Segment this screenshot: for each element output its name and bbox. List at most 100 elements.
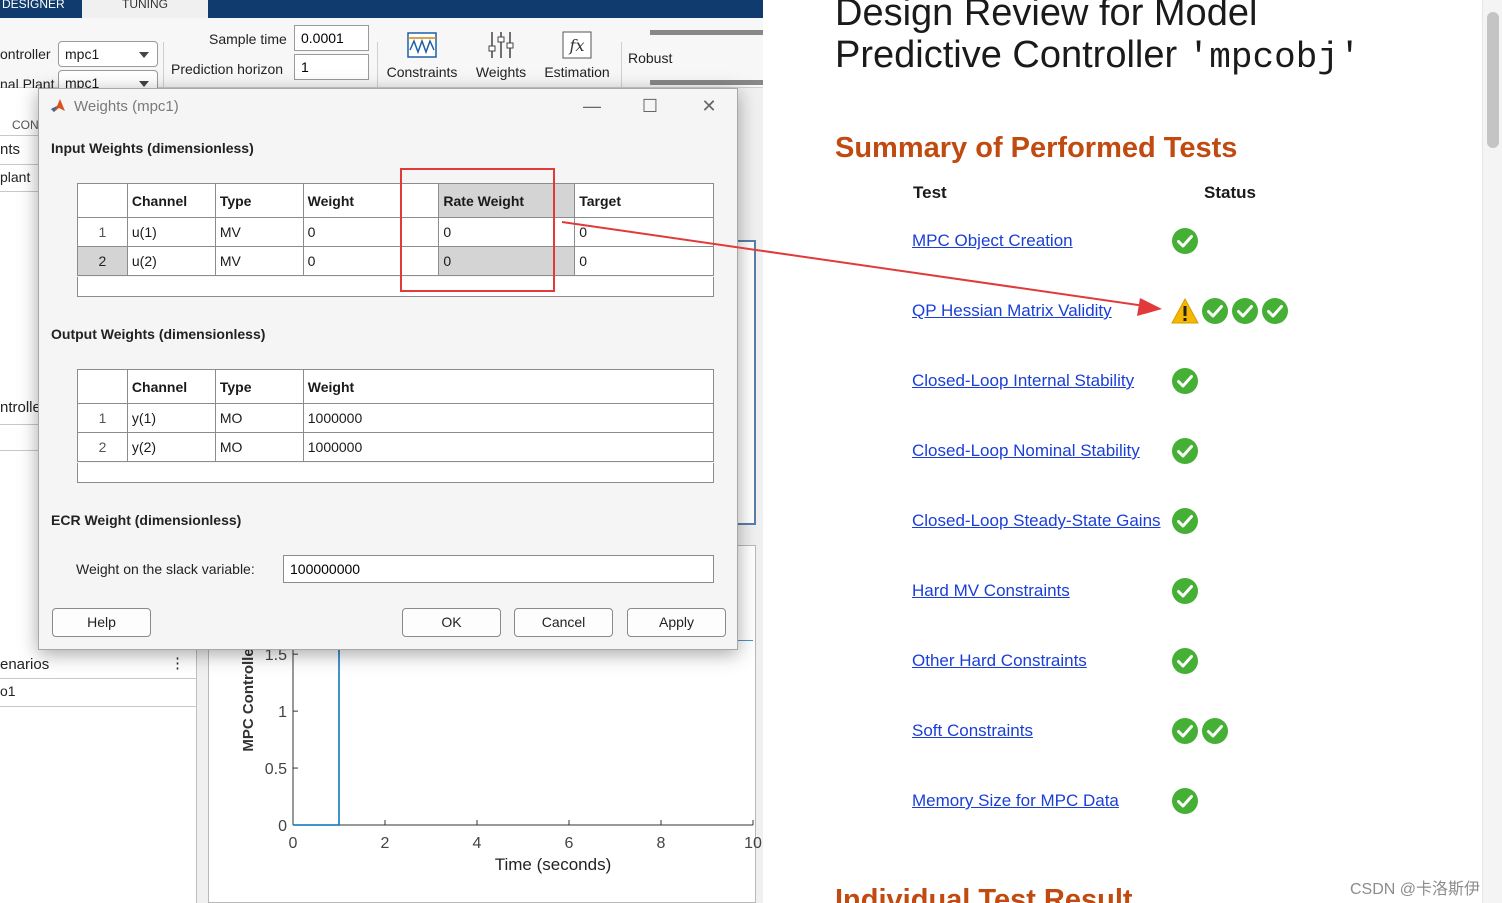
rate-weight-cell[interactable]: 0 — [438, 246, 576, 276]
list-item[interactable]: nts — [0, 141, 20, 158]
report-title: Design Review for Model Predictive Contr… — [835, 0, 1361, 79]
tab-designer[interactable]: DESIGNER — [0, 0, 82, 18]
check-circle-icon — [1172, 228, 1198, 254]
weights-dialog: Weights (mpc1) — ☐ ✕ Input Weights (dime… — [38, 88, 738, 650]
report-scrollbar[interactable] — [1482, 0, 1502, 903]
status-badges — [1171, 437, 1201, 465]
status-badges — [1171, 787, 1201, 815]
test-link[interactable]: MPC Object Creation — [912, 231, 1073, 251]
panel-divider — [0, 678, 197, 679]
controller-label: ontroller — [0, 46, 51, 62]
more-options-icon[interactable]: ⋮ — [170, 654, 185, 672]
fx-function-icon: fx — [562, 31, 592, 59]
status-badges — [1171, 647, 1201, 675]
check-circle-icon — [1172, 368, 1198, 394]
test-link[interactable]: Closed-Loop Internal Stability — [912, 371, 1134, 391]
series-line — [293, 640, 753, 826]
report-title-code: 'mpcobj' — [1187, 37, 1361, 78]
rate-weight-column-header[interactable]: Rate Weight — [438, 183, 576, 218]
y-tick-label: 1 — [278, 704, 287, 721]
scenarios-header: enarios — [0, 656, 50, 673]
weights-button[interactable]: Weights — [470, 30, 532, 80]
constraints-button-label: Constraints — [386, 64, 458, 80]
weight-cell[interactable]: 1000000 — [302, 403, 715, 433]
help-button[interactable]: Help — [52, 608, 151, 637]
rate-weight-cell[interactable]: 0 — [438, 217, 576, 247]
status-badges — [1171, 367, 1201, 395]
chevron-down-icon — [139, 52, 149, 58]
test-link[interactable]: Hard MV Constraints — [912, 581, 1070, 601]
weight-cell[interactable]: 0 — [302, 217, 440, 247]
controller-dropdown[interactable]: mpc1 — [58, 41, 158, 67]
channel-cell: y(2) — [126, 432, 216, 462]
x-tick-label: 10 — [744, 835, 762, 852]
table-row[interactable]: 2 y(2) MO 1000000 — [77, 432, 715, 462]
target-cell[interactable]: 0 — [574, 217, 714, 247]
type-cell: MO — [214, 432, 304, 462]
dialog-title: Weights (mpc1) — [74, 98, 179, 115]
tab-tuning[interactable]: TUNING — [82, 0, 208, 18]
list-item[interactable]: o1 — [0, 683, 16, 699]
input-weights-title: Input Weights (dimensionless) — [51, 140, 254, 156]
slack-weight-input[interactable] — [283, 555, 714, 583]
check-circle-icon — [1262, 298, 1288, 324]
test-link[interactable]: Closed-Loop Steady-State Gains — [912, 511, 1161, 531]
maximize-icon[interactable]: ☐ — [635, 95, 665, 117]
column-header — [77, 183, 128, 218]
cancel-button[interactable]: Cancel — [514, 608, 613, 637]
prediction-horizon-input[interactable] — [294, 54, 369, 80]
x-tick-label: 8 — [657, 835, 666, 852]
column-header: Type — [214, 183, 304, 218]
robust-bar — [650, 30, 763, 35]
close-icon[interactable]: ✕ — [694, 95, 724, 117]
table-empty-area — [77, 463, 714, 483]
weight-cell[interactable]: 0 — [302, 246, 440, 276]
slack-weight-label: Weight on the slack variable: — [76, 561, 255, 577]
warning-icon — [1171, 297, 1199, 324]
column-header: Channel — [126, 369, 216, 404]
table-header-row: Channel Type Weight Rate Weight Target — [77, 183, 714, 218]
design-review-report: Design Review for Model Predictive Contr… — [763, 0, 1502, 903]
scrollbar-thumb[interactable] — [1487, 12, 1499, 148]
apply-button[interactable]: Apply — [627, 608, 726, 637]
table-empty-area — [77, 277, 714, 297]
test-link[interactable]: Soft Constraints — [912, 721, 1033, 741]
test-link[interactable]: Other Hard Constraints — [912, 651, 1087, 671]
output-weights-table: Channel Type Weight 1 y(1) MO 1000000 2 … — [77, 369, 715, 462]
check-circle-icon — [1202, 298, 1228, 324]
test-link[interactable]: Memory Size for MPC Data — [912, 791, 1119, 811]
y-axis-label: MPC Controlle — [240, 648, 257, 751]
constraints-button[interactable]: Constraints — [384, 30, 460, 80]
matlab-logo-icon — [51, 99, 65, 112]
test-link[interactable]: Closed-Loop Nominal Stability — [912, 441, 1140, 461]
status-column-header: Status — [1204, 183, 1256, 202]
row-number: 1 — [77, 217, 128, 247]
weight-cell[interactable]: 1000000 — [302, 432, 715, 462]
check-circle-icon — [1172, 648, 1198, 674]
ribbon-toolstrip: ontroller mpc1 nal Plant mpc1 Sample tim… — [0, 18, 763, 102]
test-column-header: Test — [913, 183, 947, 202]
test-link[interactable]: QP Hessian Matrix Validity — [912, 301, 1112, 321]
estimation-button[interactable]: fx Estimation — [540, 30, 614, 80]
table-header-row: Channel Type Weight — [77, 369, 715, 404]
table-row[interactable]: 1 u(1) MV 0 0 0 — [77, 217, 714, 247]
list-item[interactable]: plant — [0, 169, 30, 185]
ecr-weight-title: ECR Weight (dimensionless) — [51, 512, 242, 528]
list-item[interactable]: ntrolle — [0, 399, 41, 416]
check-circle-icon — [1172, 438, 1198, 464]
sample-time-input[interactable] — [294, 25, 369, 51]
column-header: Channel — [126, 183, 216, 218]
output-weights-title: Output Weights (dimensionless) — [51, 326, 266, 342]
target-cell[interactable]: 0 — [574, 246, 714, 276]
table-row[interactable]: 2 u(2) MV 0 0 0 — [77, 246, 714, 276]
table-row[interactable]: 1 y(1) MO 1000000 — [77, 403, 715, 433]
weights-sliders-icon — [488, 32, 514, 58]
column-header — [77, 369, 128, 404]
check-circle-icon — [1172, 508, 1198, 534]
robust-label[interactable]: Robust — [628, 50, 672, 66]
check-circle-icon — [1172, 788, 1198, 814]
minimize-icon[interactable]: — — [577, 95, 607, 117]
channel-cell: y(1) — [126, 403, 216, 433]
upper-plot-frame — [736, 240, 756, 525]
ok-button[interactable]: OK — [402, 608, 501, 637]
